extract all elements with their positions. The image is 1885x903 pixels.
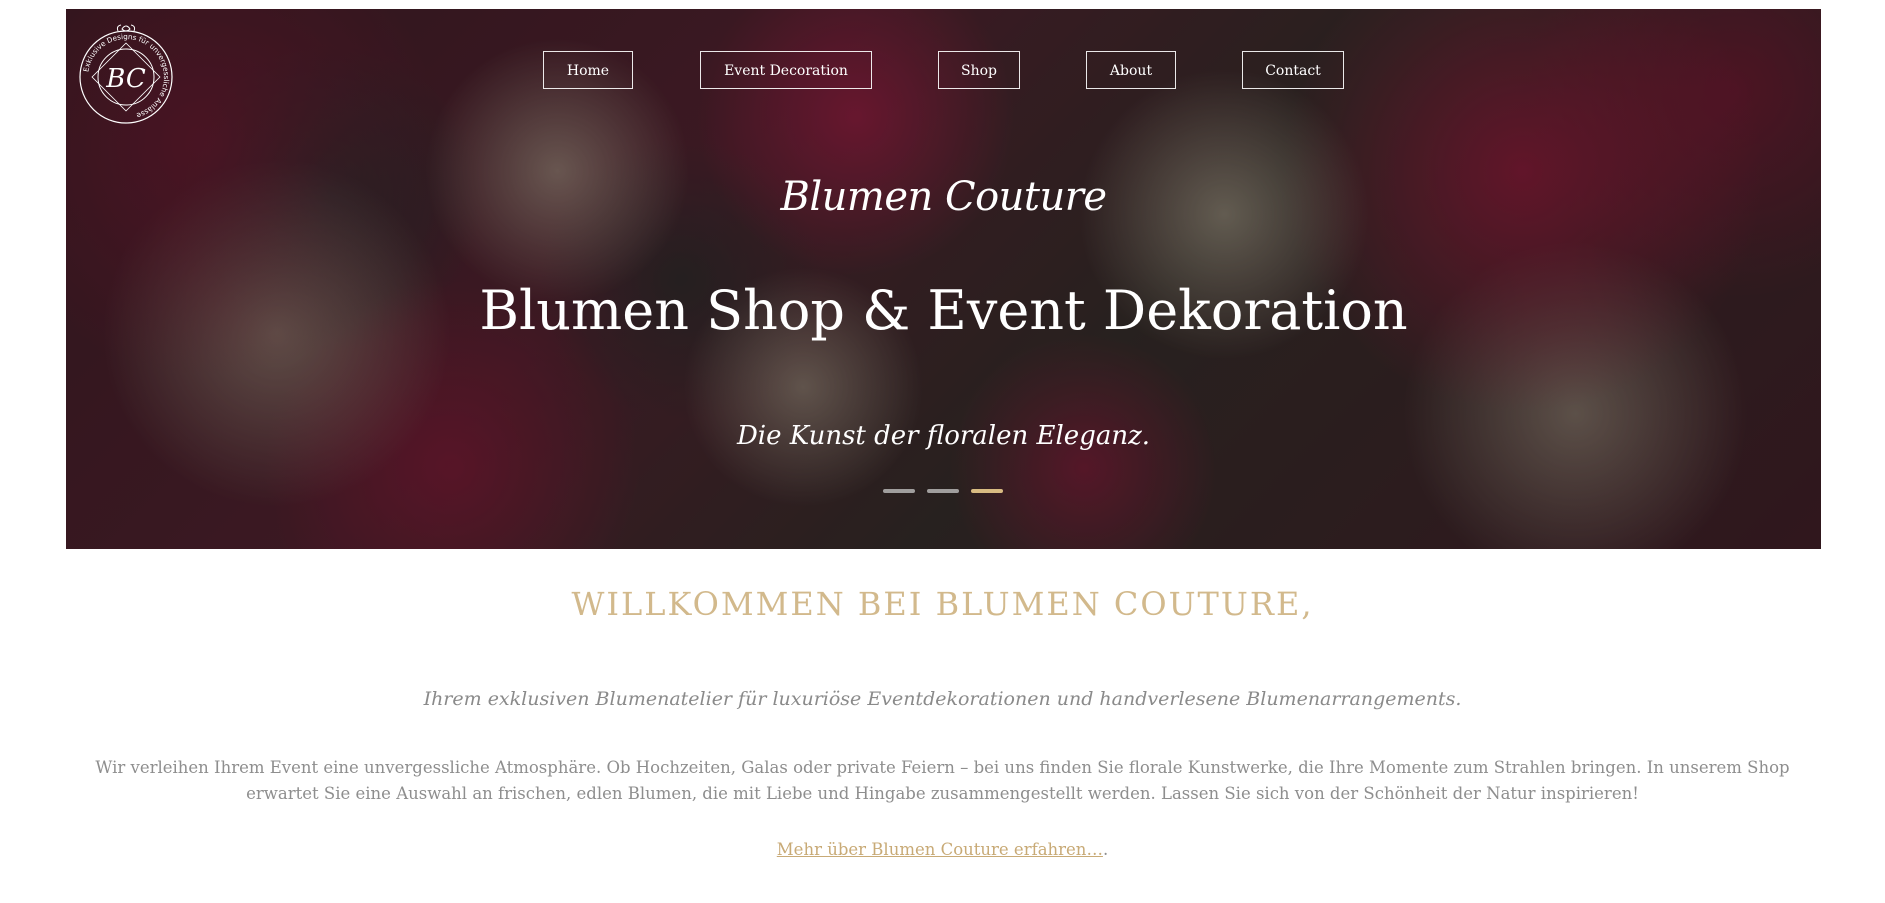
logo-emblem: BC Exklusive Designs für unvergessliche … [79, 24, 173, 124]
page: BC Exklusive Designs für unvergessliche … [0, 0, 1885, 903]
hero-tagline: Die Kunst der floralen Eleganz. [736, 421, 1151, 451]
slider-dots [883, 489, 1003, 493]
more-paragraph: Mehr über Blumen Couture erfahren…. [0, 840, 1885, 859]
nav-shop-link[interactable]: Shop [938, 51, 1020, 89]
hero-title: Blumen Shop & Event Dekoration [479, 279, 1408, 342]
welcome-heading: WILLKOMMEN BEI BLUMEN COUTURE, [571, 585, 1314, 623]
more-suffix: . [1102, 840, 1109, 859]
slider-dot-3[interactable] [971, 489, 1003, 493]
hero-slider: BC Exklusive Designs für unvergessliche … [66, 9, 1821, 549]
welcome-intro: Ihrem exklusiven Blumenatelier für luxur… [423, 688, 1462, 710]
hero-script-title: Blumen Couture [780, 174, 1107, 220]
more-about-link[interactable]: Mehr über Blumen Couture erfahren… [777, 840, 1103, 859]
nav-contact-link[interactable]: Contact [1242, 51, 1344, 89]
welcome-body: Wir verleihen Ihrem Event eine unvergess… [95, 758, 1790, 803]
nav-about-link[interactable]: About [1086, 51, 1176, 89]
logo[interactable]: BC Exklusive Designs für unvergessliche … [72, 21, 180, 129]
nav-home-link[interactable]: Home [543, 51, 633, 89]
slider-dot-1[interactable] [883, 489, 915, 493]
slider-dot-2[interactable] [927, 489, 959, 493]
logo-initials: BC [105, 64, 146, 94]
nav-event-decoration-link[interactable]: Event Decoration [700, 51, 872, 89]
